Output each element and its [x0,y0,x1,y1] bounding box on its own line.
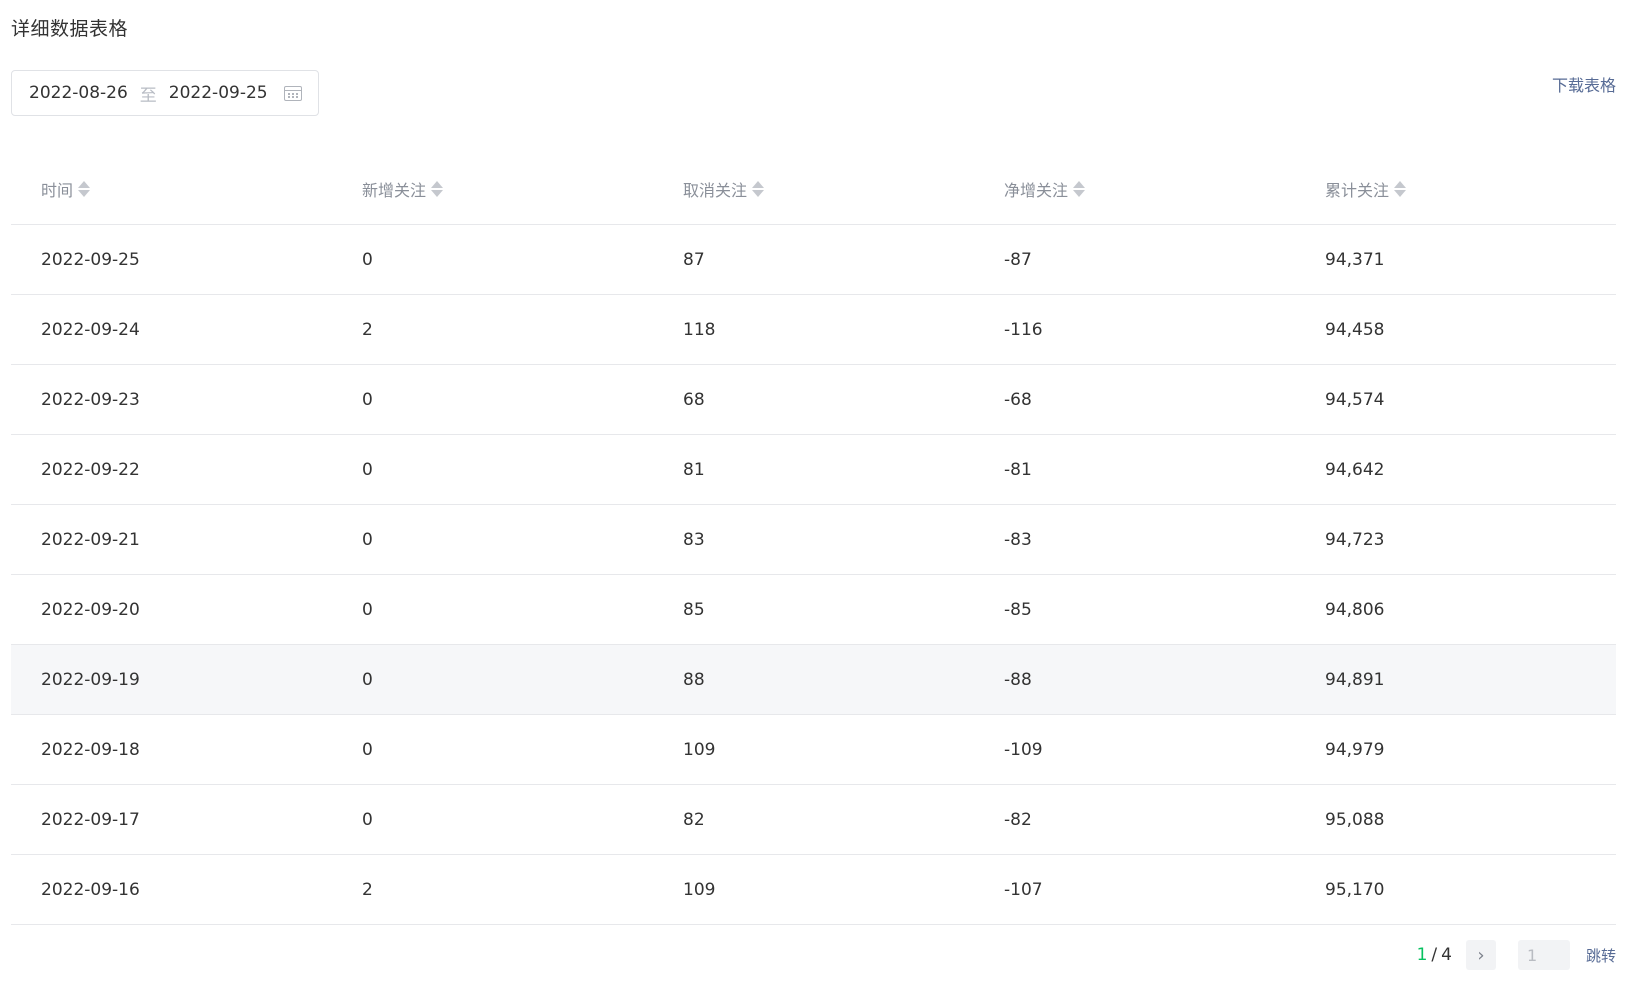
cell-total-follows: 94,458 [1325,319,1385,340]
table-header: 时间 新增关注 取消关注 净增关注 累计关注 [11,154,1616,225]
cell-new-follows: 0 [362,249,373,270]
cell-unfollows: 83 [683,529,705,550]
pagination-separator: / [1431,945,1438,965]
sort-icon[interactable] [431,181,444,197]
cell-new-follows: 2 [362,879,373,900]
cell-new-follows: 0 [362,669,373,690]
cell-date: 2022-09-23 [41,389,140,410]
cell-total-follows: 95,170 [1325,879,1385,900]
cell-net-follows: -109 [1004,739,1043,760]
table-row: 2022-09-20 0 85 -85 94,806 [11,575,1616,645]
sort-icon[interactable] [78,181,91,197]
cell-total-follows: 94,574 [1325,389,1385,410]
sort-icon[interactable] [752,181,765,197]
table-row: 2022-09-21 0 83 -83 94,723 [11,505,1616,575]
cell-net-follows: -81 [1004,459,1032,480]
cell-date: 2022-09-24 [41,319,140,340]
table-row: 2022-09-23 0 68 -68 94,574 [11,365,1616,435]
cell-net-follows: -107 [1004,879,1043,900]
cell-unfollows: 109 [683,739,716,760]
cell-unfollows: 87 [683,249,705,270]
sort-icon[interactable] [1394,181,1407,197]
cell-date: 2022-09-16 [41,879,140,900]
cell-total-follows: 94,806 [1325,599,1385,620]
cell-date: 2022-09-19 [41,669,140,690]
cell-unfollows: 88 [683,669,705,690]
cell-new-follows: 0 [362,389,373,410]
table-row: 2022-09-18 0 109 -109 94,979 [11,715,1616,785]
cell-date: 2022-09-25 [41,249,140,270]
cell-total-follows: 94,979 [1325,739,1385,760]
table-row: 2022-09-16 2 109 -107 95,170 [11,855,1616,925]
cell-net-follows: -88 [1004,669,1032,690]
cell-net-follows: -82 [1004,809,1032,830]
date-range-start[interactable]: 2022-08-26 [29,83,128,103]
cell-unfollows: 109 [683,879,716,900]
table-row: 2022-09-17 0 82 -82 95,088 [11,785,1616,855]
next-page-button[interactable]: › [1465,940,1496,970]
cell-net-follows: -116 [1004,319,1043,340]
cell-unfollows: 82 [683,809,705,830]
cell-date: 2022-09-17 [41,809,140,830]
column-header-unfollows[interactable]: 取消关注 [653,177,974,201]
data-table: 时间 新增关注 取消关注 净增关注 累计关注 2022-09-25 0 87 -… [11,154,1616,925]
cell-new-follows: 0 [362,809,373,830]
cell-new-follows: 0 [362,459,373,480]
calendar-icon[interactable] [284,86,302,101]
date-range-end[interactable]: 2022-09-25 [169,83,268,103]
column-header-net-follows[interactable]: 净增关注 [974,177,1295,201]
cell-unfollows: 118 [683,319,716,340]
sort-icon[interactable] [1073,181,1086,197]
cell-total-follows: 95,088 [1325,809,1385,830]
table-row: 2022-09-22 0 81 -81 94,642 [11,435,1616,505]
cell-net-follows: -85 [1004,599,1032,620]
date-range-picker[interactable]: 2022-08-26 至 2022-09-25 [11,70,319,116]
cell-date: 2022-09-22 [41,459,140,480]
cell-total-follows: 94,371 [1325,249,1385,270]
cell-total-follows: 94,723 [1325,529,1385,550]
cell-new-follows: 0 [362,529,373,550]
pagination-current-page: 1 [1416,945,1428,965]
chevron-right-icon: › [1477,944,1485,966]
pagination-total-pages: 4 [1441,945,1452,965]
column-header-time[interactable]: 时间 [11,177,332,201]
date-range-separator: 至 [139,85,157,106]
cell-date: 2022-09-18 [41,739,140,760]
cell-date: 2022-09-20 [41,599,140,620]
cell-unfollows: 68 [683,389,705,410]
pagination: 1 / 4 › 跳转 [1417,940,1616,970]
cell-net-follows: -87 [1004,249,1032,270]
table-row: 2022-09-25 0 87 -87 94,371 [11,225,1616,295]
cell-unfollows: 85 [683,599,705,620]
download-table-link[interactable]: 下载表格 [1552,72,1616,96]
cell-total-follows: 94,891 [1325,669,1385,690]
table-row: 2022-09-19 0 88 -88 94,891 [11,645,1616,715]
cell-net-follows: -83 [1004,529,1032,550]
cell-net-follows: -68 [1004,389,1032,410]
page-jump-input[interactable] [1517,940,1570,970]
column-header-total-follows[interactable]: 累计关注 [1295,177,1616,201]
cell-total-follows: 94,642 [1325,459,1385,480]
cell-new-follows: 0 [362,599,373,620]
column-header-new-follows[interactable]: 新增关注 [332,177,653,201]
cell-unfollows: 81 [683,459,705,480]
table-row: 2022-09-24 2 118 -116 94,458 [11,295,1616,365]
cell-new-follows: 0 [362,739,373,760]
jump-button[interactable]: 跳转 [1586,945,1616,966]
cell-date: 2022-09-21 [41,529,140,550]
cell-new-follows: 2 [362,319,373,340]
section-title: 详细数据表格 [11,18,129,40]
